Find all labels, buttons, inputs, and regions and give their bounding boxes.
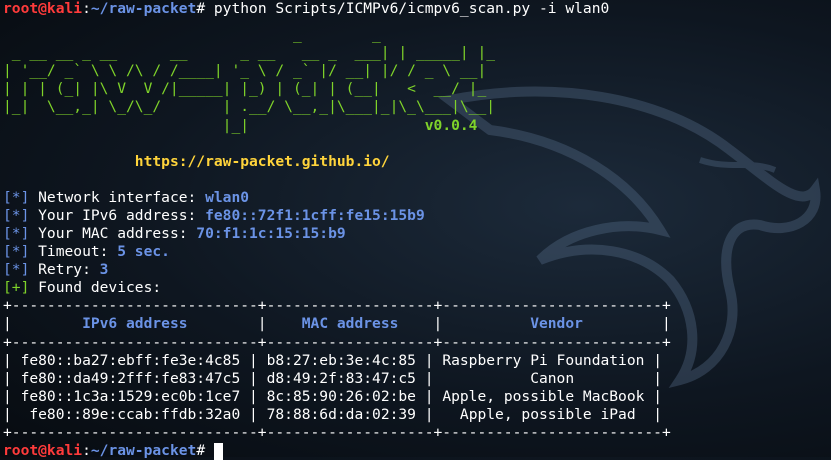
info-line: [*] Network interface: wlan0 bbox=[3, 188, 250, 206]
banner-line-4: |_| \__,_| \_/\_/ | .__/ \__,_|\___|_|\_… bbox=[3, 98, 496, 116]
table-row: | fe80::1c3a:1529:ec0b:1ce7 | 8c:85:90:2… bbox=[3, 387, 662, 405]
banner-line-5: |_| v0.0.4 bbox=[3, 116, 478, 134]
project-url: https://raw-packet.github.io/ bbox=[134, 152, 390, 170]
command-line: root@kali:~/raw-packet# python Scripts/I… bbox=[3, 0, 610, 17]
banner-line-3: | | | (_| |\ V V /|_____| |_) | (_| | (_… bbox=[3, 80, 496, 98]
prompt-user: root@kali bbox=[3, 0, 83, 17]
table-border-top: +----------------------------+----------… bbox=[3, 297, 671, 315]
terminal-output: root@kali:~/raw-packet# python Scripts/I… bbox=[3, 0, 671, 460]
table-border-bottom: +----------------------------+----------… bbox=[3, 423, 671, 441]
info-line: [+] Found devices: bbox=[3, 279, 162, 297]
banner-line-1: _ __ __ _ __ __ _ __ __ _ ___| | _____| … bbox=[3, 44, 504, 62]
command-text: python Scripts/ICMPv6/icmpv6_scan.py -i … bbox=[205, 0, 610, 17]
table-row: | fe80::ba27:ebff:fe3e:4c85 | b8:27:eb:3… bbox=[3, 351, 662, 369]
terminal-cursor[interactable] bbox=[213, 442, 223, 460]
table-border-mid: +----------------------------+----------… bbox=[3, 333, 671, 351]
info-line: [*] Timeout: 5 sec. bbox=[3, 243, 170, 261]
prompt-line[interactable]: root@kali:~/raw-packet# bbox=[3, 442, 671, 460]
table-row: | fe80::da49:2fff:fe83:47c5 | d8:49:2f:8… bbox=[3, 369, 663, 387]
banner-line-0: _ _ bbox=[3, 26, 434, 44]
info-line: [*] Retry: 3 bbox=[3, 261, 109, 279]
info-line: [*] Your IPv6 address: fe80::72f1:1cff:f… bbox=[3, 206, 425, 224]
table-row: | fe80::89e:ccab:ffdb:32a0 | 78:88:6d:da… bbox=[3, 405, 662, 423]
info-line: [*] Your MAC address: 70:f1:1c:15:15:b9 bbox=[3, 224, 346, 242]
table-header: | IPv6 address | MAC address | Vendor | bbox=[3, 315, 671, 333]
version-label: v0.0.4 bbox=[424, 116, 478, 134]
url-line: https://raw-packet.github.io/ bbox=[3, 153, 671, 171]
prompt-path: ~/raw-packet bbox=[90, 0, 197, 17]
banner-line-2: | '__/ _` \ \ /\ / /____| '_ \ / _` |/ _… bbox=[3, 62, 487, 80]
